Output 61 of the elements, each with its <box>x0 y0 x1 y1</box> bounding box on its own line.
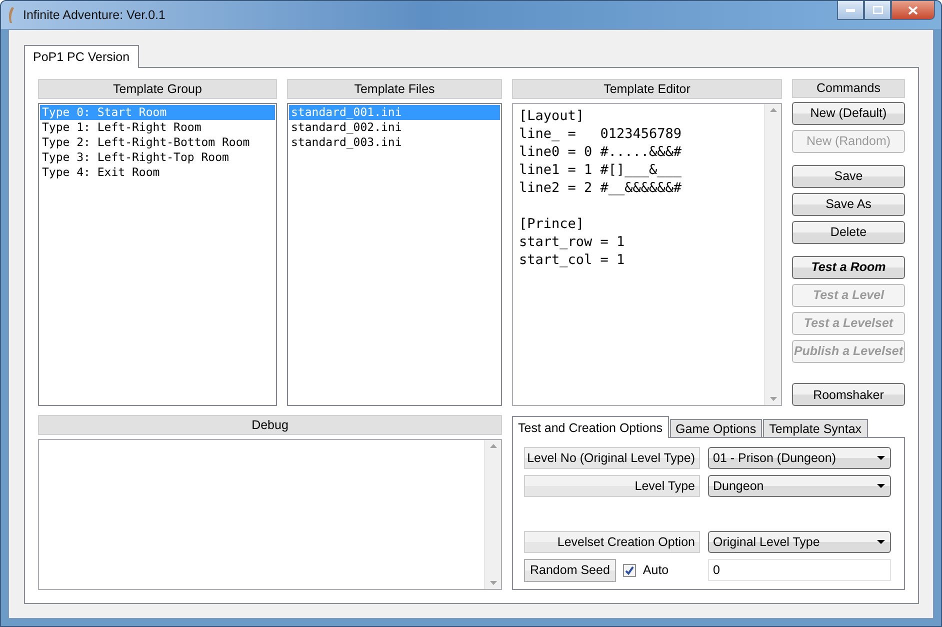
tab[interactable]: Template Syntax <box>763 419 868 438</box>
dropdown-arrow-icon <box>877 484 885 488</box>
scrollbar[interactable] <box>764 104 781 405</box>
column-header: Commands <box>792 79 905 98</box>
auto-checkbox[interactable] <box>622 564 636 576</box>
editor-line: start_col = 1 <box>519 251 626 269</box>
command-button[interactable]: Roomshaker <box>792 383 905 406</box>
maximize-button[interactable] <box>864 1 891 20</box>
scroll-down-icon[interactable] <box>770 397 776 401</box>
tab[interactable]: Game Options <box>670 419 762 438</box>
minimize-button[interactable] <box>837 1 864 20</box>
scroll-up-icon[interactable] <box>490 444 496 448</box>
option-label: Level No (Original Level Type) <box>524 447 700 469</box>
template-group-list[interactable]: Type 0: Start Room Type 1: Left-Right Room Type 2: Left-Right-Bottom Room Type 3: Left-Right-Top Room Type 4: Exit Room <box>38 103 277 406</box>
tab[interactable]: PoP1 PC Version <box>24 45 139 68</box>
column-header: Template Editor <box>512 79 782 99</box>
debug-output[interactable] <box>38 439 502 590</box>
editor-line: [Prince] <box>519 215 586 233</box>
editor-line: [Layout] <box>519 107 586 125</box>
editor-line: line1 = 1 #[]___&___ <box>519 161 683 179</box>
check-icon <box>624 566 634 574</box>
window-title: Infinite Adventure: Ver.0.1 <box>23 8 166 22</box>
command-button[interactable]: Save As <box>792 192 905 216</box>
scrollbar[interactable] <box>484 440 501 589</box>
template-files-list[interactable]: standard_001.ini standard_002.ini standard_003.ini <box>287 103 502 406</box>
scroll-down-icon[interactable] <box>490 581 496 585</box>
random-seed-button[interactable]: Random Seed <box>524 558 616 582</box>
close-button[interactable] <box>891 1 935 20</box>
minimize-icon <box>846 8 855 12</box>
command-button[interactable]: Save <box>792 164 905 188</box>
list-item[interactable]: standard_002.ini <box>289 120 500 135</box>
command-button[interactable]: Delete <box>792 220 905 244</box>
list-item[interactable]: Type 1: Left-Right Room <box>40 120 275 135</box>
option-label: Levelset Creation Option <box>524 531 700 553</box>
checkbox-label: Auto <box>642 563 669 577</box>
app-icon <box>7 7 15 23</box>
command-button[interactable]: Test a Room <box>792 256 905 279</box>
list-item[interactable]: Type 3: Left-Right-Top Room <box>40 150 275 165</box>
editor-line: start_row = 1 <box>519 233 626 251</box>
dropdown-arrow-icon <box>877 540 885 544</box>
list-item[interactable]: Type 2: Left-Right-Bottom Room <box>40 135 275 150</box>
list-item[interactable]: standard_003.ini <box>289 135 500 150</box>
seed-field[interactable]: 0 <box>708 559 891 581</box>
editor-line: line0 = 0 #.....&&&# <box>519 143 683 161</box>
editor-line: line_ = 0123456789 <box>519 125 683 143</box>
dropdown[interactable]: Original Level Type <box>708 531 891 553</box>
column-header: Template Files <box>287 79 502 99</box>
maximize-icon <box>872 6 882 14</box>
dropdown-arrow-icon <box>877 456 885 460</box>
dropdown[interactable]: 01 - Prison (Dungeon) <box>708 447 891 469</box>
column-header: Debug <box>38 415 502 435</box>
tab[interactable]: Test and Creation Options <box>512 416 669 438</box>
close-icon <box>908 6 918 14</box>
scroll-up-icon[interactable] <box>770 108 776 112</box>
template-editor[interactable]: [Layout] line_ = 0123456789 line0 = 0 #.....&&&# line1 = 1 #[]___&___ line2 = 2 #__&&&&&&# [Prince] start_row = 1 start_col = 1 <box>512 103 782 406</box>
option-label: Level Type <box>524 475 700 497</box>
list-item[interactable]: Type 4: Exit Room <box>40 165 275 180</box>
column-header: Template Group <box>38 79 277 99</box>
command-button[interactable]: New (Default) <box>792 102 905 125</box>
dropdown[interactable]: Dungeon <box>708 475 891 497</box>
editor-line: line2 = 2 #__&&&&&&# <box>519 179 683 197</box>
